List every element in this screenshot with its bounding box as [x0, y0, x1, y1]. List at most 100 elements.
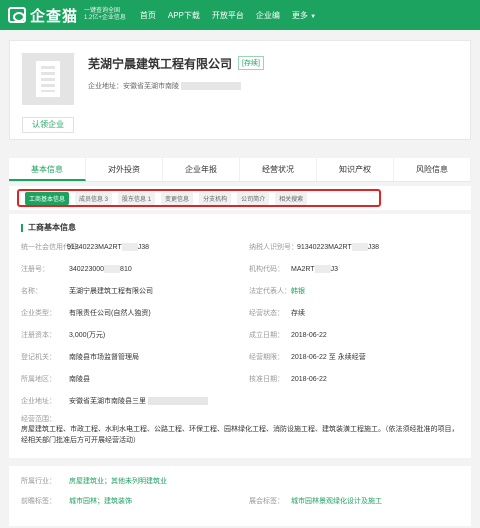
tab-basic-info[interactable]: 基本信息	[9, 158, 86, 181]
field-label: 企业地址：	[21, 398, 56, 405]
org-code: MA2RT	[291, 266, 315, 273]
tab-risk[interactable]: 风险信息	[394, 158, 471, 181]
scope-label: 经营范围：	[21, 416, 56, 423]
company-name-value: 芜湖宁晨建筑工程有限公司	[69, 288, 153, 295]
status-badge: [存续]	[238, 56, 264, 70]
nav-company-edit[interactable]: 企业编	[256, 10, 280, 21]
redacted-mask	[148, 397, 208, 406]
credit-code: 91340223MA2RT	[67, 244, 122, 251]
field-label: 注册号：	[21, 266, 49, 273]
field-label: 登记机关：	[21, 354, 56, 361]
field-label: 所属行业：	[21, 478, 56, 485]
operating-status-value: 存续	[291, 310, 305, 317]
subtab-members[interactable]: 成员信息 3	[75, 191, 113, 205]
registration-authority-value: 南陵县市场监督管理局	[69, 354, 139, 361]
expo-tags-link[interactable]: 城市园林景观绿化设计及施工	[291, 496, 382, 506]
tab-investment[interactable]: 对外投资	[86, 158, 163, 181]
field-label: 经营状态：	[249, 310, 284, 317]
claim-company-button[interactable]: 认领企业	[22, 117, 74, 133]
reg-number-suffix: 810	[120, 266, 132, 273]
region-value: 南陵县	[69, 376, 90, 383]
info-row: 所属地区： 南陵县 核准日期： 2018-06-22	[21, 374, 461, 386]
tab-annual-report[interactable]: 企业年报	[163, 158, 240, 181]
section-title: 工商基本信息	[21, 224, 76, 232]
divider	[9, 458, 471, 466]
nav-app-download[interactable]: APP下载	[168, 10, 200, 21]
company-address: 企业地址：安徽省芜湖市南陵	[88, 81, 241, 91]
building-icon	[36, 61, 60, 97]
industry-link[interactable]: 房屋建筑业；其他未列明建筑业	[69, 476, 167, 486]
main-nav: 首页 APP下载 开放平台 企业编 更多 ▼	[140, 10, 316, 21]
company-header: 认领企业 芜湖宁晨建筑工程有限公司 [存续] 企业地址：安徽省芜湖市南陵	[9, 40, 471, 140]
field-label: 法定代表人：	[249, 288, 291, 295]
credit-code-suffix: J38	[137, 244, 150, 251]
field-label: 前瞻标签：	[21, 498, 56, 505]
slogan: 一键查询全国 1.2亿+企业信息	[84, 8, 126, 22]
logo-text: 企查猫	[30, 7, 79, 25]
subtab-business-info[interactable]: 工商基本信息	[25, 191, 70, 205]
slogan-line-1: 一键查询全国	[84, 8, 121, 14]
info-row: 企业地址： 安徽省芜湖市南陵县三里	[21, 396, 461, 408]
reg-number: 340223000	[69, 266, 105, 273]
field-label: 企业类型：	[21, 310, 56, 317]
field-value: 91340223MA2RT J38	[67, 242, 149, 254]
info-row: 注册号： 340223000 810 机构代码： MA2RT J3	[21, 264, 461, 276]
field-value: MA2RT J3	[291, 264, 338, 276]
tax-id: 91340223MA2RT	[297, 244, 352, 251]
nav-home[interactable]: 首页	[140, 10, 156, 21]
subtab-bar: 工商基本信息 成员信息 3 股东信息 1 变更信息 分支机构 公司简介 相关搜索	[9, 186, 471, 210]
subtab-related-search[interactable]: 相关搜索	[275, 191, 308, 205]
info-row: 统一社会信用代码： 91340223MA2RT J38 纳税人识别号： 91340…	[21, 242, 461, 254]
subtab-shareholders[interactable]: 股东信息 1	[118, 191, 156, 205]
field-value: 340223000 810	[69, 264, 132, 276]
info-row: 注册资本： 3,000(万元) 成立日期： 2018-06-22	[21, 330, 461, 342]
legal-rep-link[interactable]: 韩银	[291, 286, 305, 298]
company-name: 芜湖宁晨建筑工程有限公司	[88, 57, 233, 71]
founded-date-value: 2018-06-22	[291, 332, 327, 339]
info-row: 名称： 芜湖宁晨建筑工程有限公司 法定代表人： 韩银	[21, 286, 461, 298]
registered-capital-value: 3,000(万元)	[69, 332, 106, 339]
business-info-panel: 工商基本信息 统一社会信用代码： 91340223MA2RT J38 纳税人识别号…	[9, 214, 471, 526]
field-value: 安徽省芜湖市南陵县三里	[69, 396, 208, 408]
tags-link[interactable]: 城市园林；建筑装饰	[69, 496, 132, 506]
nav-more[interactable]: 更多 ▼	[292, 10, 316, 21]
site-logo[interactable]: 企查猫	[8, 5, 78, 26]
subtab-branches[interactable]: 分支机构	[199, 191, 232, 205]
slogan-line-2: 1.2亿+企业信息	[84, 15, 126, 21]
field-label: 成立日期：	[249, 332, 284, 339]
field-label: 名称：	[21, 288, 42, 295]
field-label: 纳税人识别号：	[249, 244, 298, 251]
subtab-intro[interactable]: 公司简介	[237, 191, 270, 205]
main-tabs: 基本信息 对外投资 企业年报 经营状况 知识产权 风险信息	[9, 158, 471, 182]
field-label: 经营期限：	[249, 354, 284, 361]
tab-ip[interactable]: 知识产权	[317, 158, 394, 181]
tax-id-suffix: J38	[367, 244, 380, 251]
address-value: 安徽省芜湖市南陵	[123, 83, 179, 90]
cat-logo-icon	[8, 7, 26, 23]
redacted-mask	[314, 265, 331, 274]
business-scope-text: 房屋建筑工程、市政工程、水利水电工程、公路工程、环保工程、园林绿化工程、消防设施…	[21, 426, 459, 444]
redacted-mask	[181, 82, 241, 91]
info-row: 企业类型： 有限责任公司(自然人独资) 经营状态： 存续	[21, 308, 461, 320]
top-navbar: 企查猫 一键查询全国 1.2亿+企业信息 首页 APP下载 开放平台 企业编 更…	[0, 0, 480, 30]
redacted-mask	[121, 243, 138, 252]
redacted-mask	[351, 243, 368, 252]
address-full-value: 安徽省芜湖市南陵县三里	[69, 398, 146, 405]
field-label: 机构代码：	[249, 266, 284, 273]
field-label: 展会标签：	[249, 498, 284, 505]
field-value: 91340223MA2RT J38	[297, 242, 379, 254]
subtab-highlight-box: 工商基本信息 成员信息 3 股东信息 1 变更信息 分支机构 公司简介 相关搜索	[17, 189, 381, 207]
field-label: 注册资本：	[21, 332, 56, 339]
info-row: 登记机关： 南陵县市场监督管理局 经营期限： 2018-06-22 至 永续经营	[21, 352, 461, 364]
address-label: 企业地址：	[88, 83, 123, 90]
tab-operations[interactable]: 经营状况	[240, 158, 317, 181]
approval-date-value: 2018-06-22	[291, 376, 327, 383]
company-type-value: 有限责任公司(自然人独资)	[69, 310, 151, 317]
nav-more-label: 更多	[291, 10, 308, 20]
field-label: 所属地区：	[21, 376, 56, 383]
field-label: 核准日期：	[249, 376, 284, 383]
business-term-value: 2018-06-22 至 永续经营	[291, 354, 366, 361]
org-code-suffix: J3	[330, 266, 339, 273]
subtab-changes[interactable]: 变更信息	[161, 191, 194, 205]
nav-open-platform[interactable]: 开放平台	[212, 10, 244, 21]
